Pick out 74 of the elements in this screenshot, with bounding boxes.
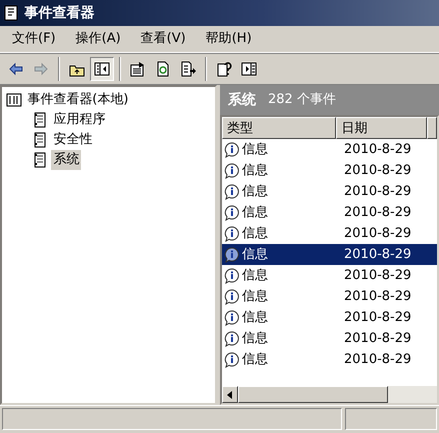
event-count: 282 个事件 bbox=[268, 91, 336, 110]
tree-pane-button[interactable] bbox=[90, 57, 114, 81]
info-icon bbox=[224, 246, 240, 262]
event-type: 信息 bbox=[242, 182, 268, 201]
event-type: 信息 bbox=[242, 288, 268, 306]
tree-item[interactable]: 事件查看器(本地) bbox=[25, 90, 130, 110]
tree-pane-icon bbox=[94, 61, 110, 77]
event-date: 2010-8-29 bbox=[343, 224, 412, 243]
column-header[interactable]: 日期 bbox=[336, 117, 427, 139]
event-date: 2010-8-29 bbox=[343, 182, 412, 201]
export-list-icon bbox=[180, 61, 196, 77]
event-row[interactable]: 信息 2010-8-29 bbox=[222, 265, 437, 286]
info-icon bbox=[224, 142, 240, 158]
event-type: 信息 bbox=[242, 162, 268, 180]
info-icon bbox=[224, 288, 240, 304]
column-header[interactable] bbox=[427, 117, 437, 139]
info-icon bbox=[224, 352, 240, 368]
event-row[interactable]: 信息 2010-8-29 bbox=[222, 244, 437, 265]
event-type: 信息 bbox=[242, 308, 268, 327]
menu-item[interactable]: 操作(A) bbox=[68, 26, 133, 52]
event-date: 2010-8-29 bbox=[343, 246, 412, 264]
tree-item[interactable]: 应用程序 bbox=[51, 110, 108, 130]
event-type: 信息 bbox=[242, 140, 268, 159]
log-icon bbox=[32, 132, 48, 148]
column-header[interactable]: 类型 bbox=[222, 117, 336, 139]
menu-item[interactable]: 文件(F) bbox=[4, 26, 68, 52]
event-type: 信息 bbox=[242, 204, 268, 222]
event-type: 信息 bbox=[242, 266, 268, 285]
event-viewer-icon bbox=[6, 92, 22, 108]
help-icon bbox=[216, 61, 232, 77]
tree-item[interactable]: 安全性 bbox=[51, 130, 94, 150]
event-type: 信息 bbox=[242, 224, 268, 243]
event-row[interactable]: 信息 2010-8-29 bbox=[222, 202, 437, 223]
event-row[interactable]: 信息 2010-8-29 bbox=[222, 286, 437, 307]
event-date: 2010-8-29 bbox=[343, 308, 412, 327]
event-date: 2010-8-29 bbox=[343, 266, 412, 285]
event-type: 信息 bbox=[242, 330, 268, 348]
event-date: 2010-8-29 bbox=[343, 330, 412, 348]
event-date: 2010-8-29 bbox=[343, 204, 412, 222]
info-icon bbox=[224, 310, 240, 326]
event-date: 2010-8-29 bbox=[343, 140, 412, 159]
event-type: 信息 bbox=[242, 350, 268, 369]
info-icon bbox=[224, 330, 240, 346]
log-icon bbox=[32, 112, 48, 128]
app-icon bbox=[4, 5, 18, 21]
event-row[interactable]: 信息 2010-8-29 bbox=[222, 139, 437, 160]
scroll-left-icon[interactable] bbox=[227, 390, 233, 398]
event-date: 2010-8-29 bbox=[343, 350, 412, 369]
event-row[interactable]: 信息 2010-8-29 bbox=[222, 307, 437, 328]
refresh-icon bbox=[155, 61, 171, 77]
event-row[interactable]: 信息 2010-8-29 bbox=[222, 223, 437, 244]
menu-item[interactable]: 查看(V) bbox=[132, 26, 198, 52]
tree-item[interactable]: 系统 bbox=[51, 150, 82, 170]
info-icon bbox=[224, 226, 240, 242]
event-date: 2010-8-29 bbox=[343, 162, 412, 180]
log-icon bbox=[32, 152, 48, 168]
properties-icon bbox=[130, 61, 146, 77]
event-row[interactable]: 信息 2010-8-29 bbox=[222, 349, 437, 370]
info-icon bbox=[224, 204, 240, 220]
info-icon bbox=[224, 184, 240, 200]
event-row[interactable]: 信息 2010-8-29 bbox=[222, 181, 437, 202]
window-title: 事件查看器 bbox=[24, 4, 94, 22]
info-icon bbox=[224, 268, 240, 284]
back-arrow-icon bbox=[8, 61, 24, 77]
menu-item[interactable]: 帮助(H) bbox=[198, 26, 264, 52]
event-row[interactable]: 信息 2010-8-29 bbox=[222, 328, 437, 349]
event-type: 信息 bbox=[242, 246, 268, 264]
panel-title: 系统 bbox=[228, 90, 256, 110]
event-date: 2010-8-29 bbox=[343, 288, 412, 306]
event-row[interactable]: 信息 2010-8-29 bbox=[222, 160, 437, 181]
forward-arrow-icon bbox=[33, 61, 49, 77]
action-pane-icon bbox=[241, 61, 257, 77]
horizontal-scrollbar[interactable] bbox=[222, 386, 437, 403]
info-icon bbox=[224, 162, 240, 178]
